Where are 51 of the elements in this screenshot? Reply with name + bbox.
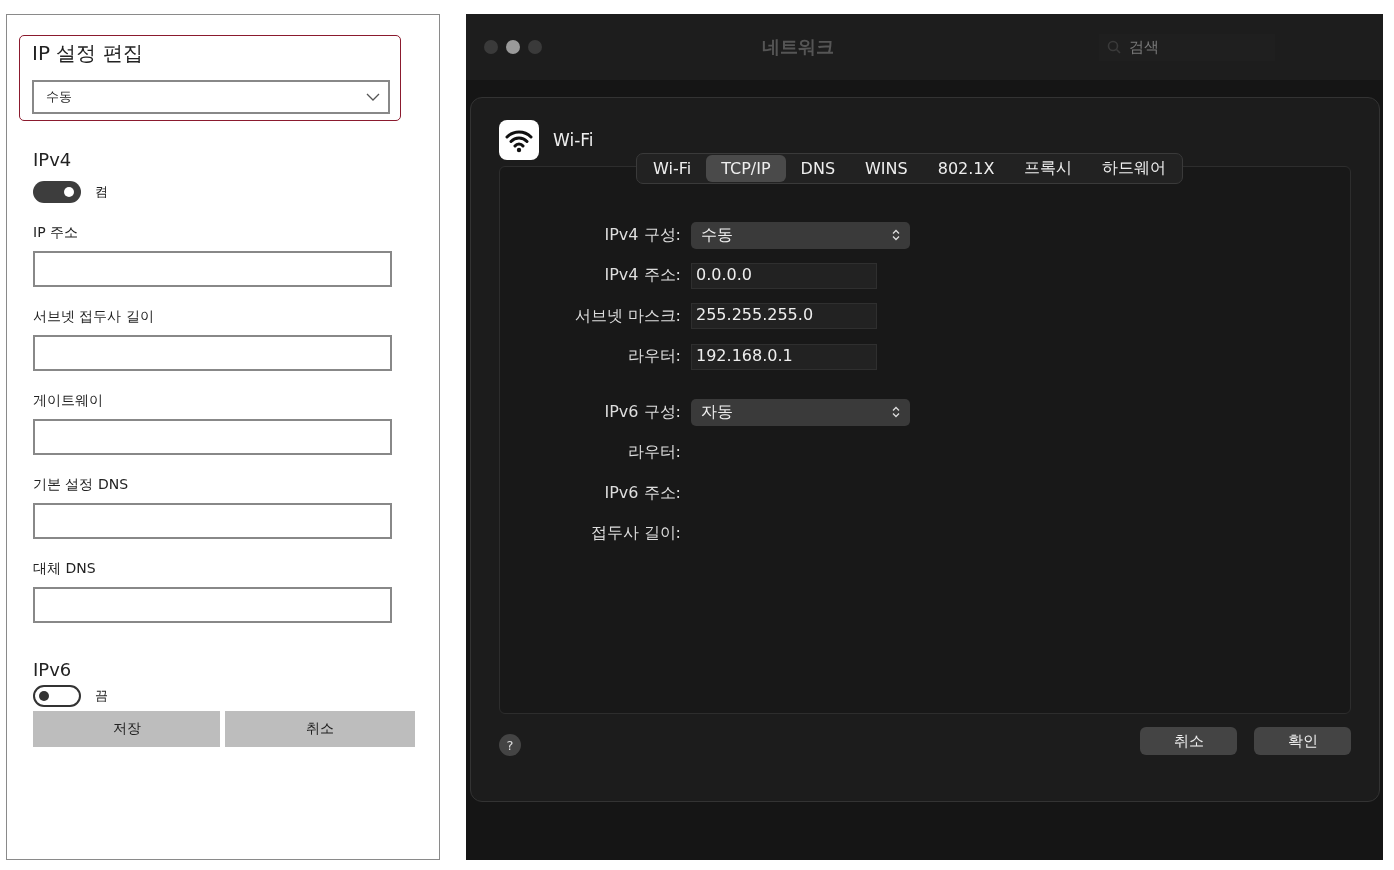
field-label: 게이트웨이 bbox=[33, 391, 104, 409]
input-field[interactable]: 255.255.255.0 bbox=[691, 303, 877, 330]
field-label: 라우터: bbox=[626, 442, 681, 464]
updown-icon bbox=[892, 406, 900, 419]
field-label: 기본 설정 DNS bbox=[33, 475, 130, 493]
toggle-switch[interactable] bbox=[33, 685, 81, 707]
chevron-icon bbox=[366, 93, 380, 101]
section-heading: IPv6 bbox=[33, 659, 73, 681]
popup-menu[interactable]: 자동 bbox=[691, 398, 910, 426]
tab[interactable]: WINS bbox=[850, 155, 923, 182]
window-control-icon[interactable] bbox=[506, 40, 520, 54]
sheet-title: Wi-Fi bbox=[553, 130, 594, 150]
dialog-button[interactable]: 취소 bbox=[1140, 727, 1237, 755]
field-label: IPv4 구성: bbox=[603, 224, 681, 246]
dialog-button[interactable]: 취소 bbox=[225, 711, 415, 747]
dialog-button[interactable]: 저장 bbox=[33, 711, 220, 747]
help-button[interactable]: ? bbox=[499, 734, 521, 756]
field-label: 서브넷 마스크: bbox=[573, 305, 681, 327]
input-field[interactable] bbox=[33, 503, 392, 539]
field-label: IPv4 주소: bbox=[603, 265, 681, 287]
field-label: IP 주소 bbox=[33, 223, 80, 241]
toggle-label: 켬 bbox=[95, 183, 108, 201]
updown-icon bbox=[892, 229, 900, 242]
input-field[interactable]: 192.168.0.1 bbox=[691, 343, 877, 370]
input-field[interactable] bbox=[33, 335, 392, 371]
input-field[interactable]: 0.0.0.0 bbox=[691, 262, 877, 289]
field-label: IPv6 주소: bbox=[603, 482, 681, 504]
wifi-icon bbox=[499, 120, 539, 160]
tab[interactable]: 프록시 bbox=[1009, 155, 1088, 182]
field-label: 접두사 길이: bbox=[589, 523, 681, 545]
tab[interactable]: Wi-Fi bbox=[638, 155, 707, 182]
field-label: IPv6 구성: bbox=[603, 401, 681, 423]
popup-menu[interactable]: 수동 bbox=[691, 221, 910, 249]
window-title: 네트워크 bbox=[762, 35, 834, 59]
search-icon bbox=[1107, 40, 1121, 54]
toggle-switch[interactable] bbox=[33, 181, 81, 203]
tab[interactable]: 802.1X bbox=[922, 155, 1010, 182]
tab[interactable]: DNS bbox=[785, 155, 851, 182]
input-field[interactable] bbox=[33, 587, 392, 623]
dialog-button[interactable]: 확인 bbox=[1254, 727, 1351, 755]
section-heading: IPv4 bbox=[33, 149, 73, 171]
tab[interactable]: TCP/IP bbox=[706, 155, 786, 182]
field-label: 서브넷 접두사 길이 bbox=[33, 307, 155, 325]
toggle-label: 끔 bbox=[95, 687, 108, 705]
tab[interactable]: 하드웨어 bbox=[1087, 155, 1182, 182]
field-label: 대체 DNS bbox=[33, 559, 97, 577]
mode-dropdown[interactable]: 수동 bbox=[32, 80, 390, 114]
field-label: 라우터: bbox=[626, 346, 681, 368]
panel-title: IP 설정 편집 bbox=[32, 40, 144, 66]
input-field[interactable] bbox=[33, 251, 392, 287]
input-field[interactable] bbox=[33, 419, 392, 455]
